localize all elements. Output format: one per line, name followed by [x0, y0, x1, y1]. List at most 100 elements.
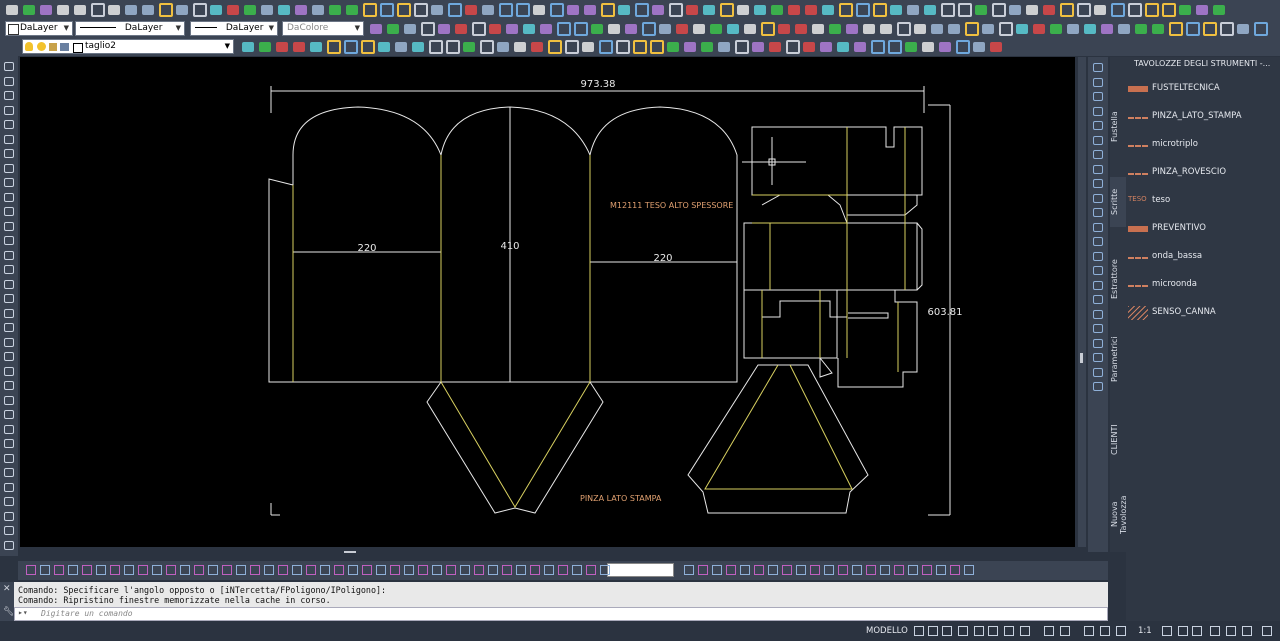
draw-tool-icon[interactable]: [4, 192, 14, 202]
tab-fustella[interactable]: Fustella: [1110, 97, 1126, 157]
toolbar-tool-icon[interactable]: [752, 42, 764, 52]
command-line-handle[interactable]: ✕ 🔧︎: [0, 582, 14, 621]
snap-tool-icon[interactable]: [698, 565, 708, 575]
toolbar-tool-icon[interactable]: [1111, 3, 1125, 17]
snap-tool-icon[interactable]: [572, 565, 582, 575]
toolbar-tool-icon[interactable]: [948, 24, 960, 34]
toolbar-tool-icon[interactable]: [616, 40, 630, 54]
toolbar-tool-icon[interactable]: [193, 3, 207, 17]
draw-tool-icon[interactable]: [4, 439, 14, 448]
toolbar-tool-icon[interactable]: [1067, 24, 1079, 34]
toolbar-tool-icon[interactable]: [242, 42, 254, 52]
draw-tool-icon[interactable]: [4, 120, 14, 129]
snap-tool-icon[interactable]: [894, 565, 904, 575]
toolbar-tool-icon[interactable]: [1179, 5, 1191, 15]
snap-tool-icon[interactable]: [96, 565, 106, 575]
palette-item[interactable]: SENSO_CANNA: [1128, 305, 1278, 321]
toolbar-tool-icon[interactable]: [958, 3, 972, 17]
draw-tool-icon[interactable]: [4, 149, 14, 158]
modify-tool-icon[interactable]: [1093, 77, 1103, 87]
toolbar-tool-icon[interactable]: [905, 42, 917, 52]
draw-tool-icon[interactable]: [4, 540, 14, 550]
toolbar-tool-icon[interactable]: [380, 3, 394, 17]
modify-tool-icon[interactable]: [1093, 280, 1103, 290]
modify-tool-icon[interactable]: [1093, 208, 1103, 217]
snap-tool-icon[interactable]: [600, 565, 610, 575]
draw-tool-icon[interactable]: [4, 468, 14, 477]
draw-tool-icon[interactable]: [4, 337, 14, 347]
toolbar-tool-icon[interactable]: [565, 40, 579, 54]
toolbar-tool-icon[interactable]: [397, 3, 411, 17]
toolbar-tool-icon[interactable]: [387, 24, 399, 34]
toolbar-tool-icon[interactable]: [557, 22, 571, 36]
toolbar-tool-icon[interactable]: [710, 24, 722, 34]
status-toggle-icon[interactable]: [1020, 626, 1030, 636]
snap-tool-icon[interactable]: [852, 565, 862, 575]
snap-tool-icon[interactable]: [544, 565, 554, 575]
draw-tool-icon[interactable]: [4, 453, 14, 463]
draw-tool-icon[interactable]: [4, 424, 14, 434]
snap-tool-icon[interactable]: [334, 565, 344, 575]
toolbar-tool-icon[interactable]: [497, 42, 509, 52]
toolbar-tool-icon[interactable]: [805, 5, 817, 15]
palette-item[interactable]: PINZA_ROVESCIO: [1128, 165, 1278, 181]
snap-tool-icon[interactable]: [446, 565, 456, 575]
toolbar-tool-icon[interactable]: [1145, 3, 1159, 17]
tab-estrattore[interactable]: Estrattore: [1110, 252, 1126, 307]
toolbar-tool-icon[interactable]: [907, 5, 919, 15]
snap-tool-icon[interactable]: [152, 565, 162, 575]
snap-tool-icon[interactable]: [964, 565, 974, 575]
snap-tool-icon[interactable]: [138, 565, 148, 575]
status-toggle-icon[interactable]: [1162, 626, 1172, 636]
toolbar-tool-icon[interactable]: [939, 42, 951, 52]
vertical-splitter[interactable]: [1078, 57, 1086, 547]
draw-tool-icon[interactable]: [4, 352, 14, 361]
toolbar-tool-icon[interactable]: [822, 5, 834, 15]
toolbar-tool-icon[interactable]: [210, 5, 222, 15]
draw-tool-icon[interactable]: [4, 134, 14, 144]
toolbar-tool-icon[interactable]: [635, 3, 649, 17]
snap-tool-icon[interactable]: [82, 565, 92, 575]
status-toggle-icon[interactable]: [974, 626, 984, 636]
drawing-canvas[interactable]: 973.38 603.81 220 410 220 M12111 TESO AL…: [20, 57, 1075, 547]
modify-tool-icon[interactable]: [1093, 92, 1103, 101]
toolbar-tool-icon[interactable]: [652, 5, 664, 15]
toolbar-tool-icon[interactable]: [472, 22, 486, 36]
toolbar-tool-icon[interactable]: [856, 3, 870, 17]
toolbar-tool-icon[interactable]: [1033, 24, 1045, 34]
toolbar-tool-icon[interactable]: [761, 22, 775, 36]
toolbar-tool-icon[interactable]: [1220, 22, 1234, 36]
toolbar-tool-icon[interactable]: [346, 5, 358, 15]
status-toggle-icon[interactable]: [1210, 626, 1220, 636]
draw-tool-icon[interactable]: [4, 250, 14, 260]
draw-tool-icon[interactable]: [4, 76, 14, 86]
toolbar-tool-icon[interactable]: [778, 24, 790, 34]
snap-tool-icon[interactable]: [376, 565, 386, 575]
snap-tool-icon[interactable]: [40, 565, 50, 575]
snap-tool-icon[interactable]: [68, 565, 78, 575]
toolbar-tool-icon[interactable]: [540, 24, 552, 34]
snap-tool-icon[interactable]: [362, 565, 372, 575]
toolbar-tool-icon[interactable]: [40, 5, 52, 15]
draw-tool-icon[interactable]: [4, 526, 14, 535]
snap-tool-icon[interactable]: [726, 565, 736, 575]
snap-tool-icon[interactable]: [110, 565, 120, 575]
toolbar-tool-icon[interactable]: [584, 5, 596, 15]
snap-tool-icon[interactable]: [320, 565, 330, 575]
toolbar-tool-icon[interactable]: [421, 22, 435, 36]
toolbar-tool-icon[interactable]: [404, 24, 416, 34]
toolbar-tool-icon[interactable]: [261, 5, 273, 15]
snap-tool-icon[interactable]: [740, 565, 750, 575]
modify-tool-icon[interactable]: [1093, 150, 1103, 159]
draw-tool-icon[interactable]: [4, 366, 14, 376]
snap-tool-icon[interactable]: [124, 565, 134, 575]
toolbar-tool-icon[interactable]: [550, 3, 564, 17]
snap-tool-icon[interactable]: [236, 565, 246, 575]
toolbar-tool-icon[interactable]: [395, 42, 407, 52]
snap-tool-icon[interactable]: [838, 565, 848, 575]
snap-tool-icon[interactable]: [26, 565, 36, 575]
toolbar-tool-icon[interactable]: [686, 5, 698, 15]
toolbar-tool-icon[interactable]: [1016, 24, 1028, 34]
snap-tool-icon[interactable]: [54, 565, 64, 575]
snap-tool-icon[interactable]: [502, 565, 512, 575]
